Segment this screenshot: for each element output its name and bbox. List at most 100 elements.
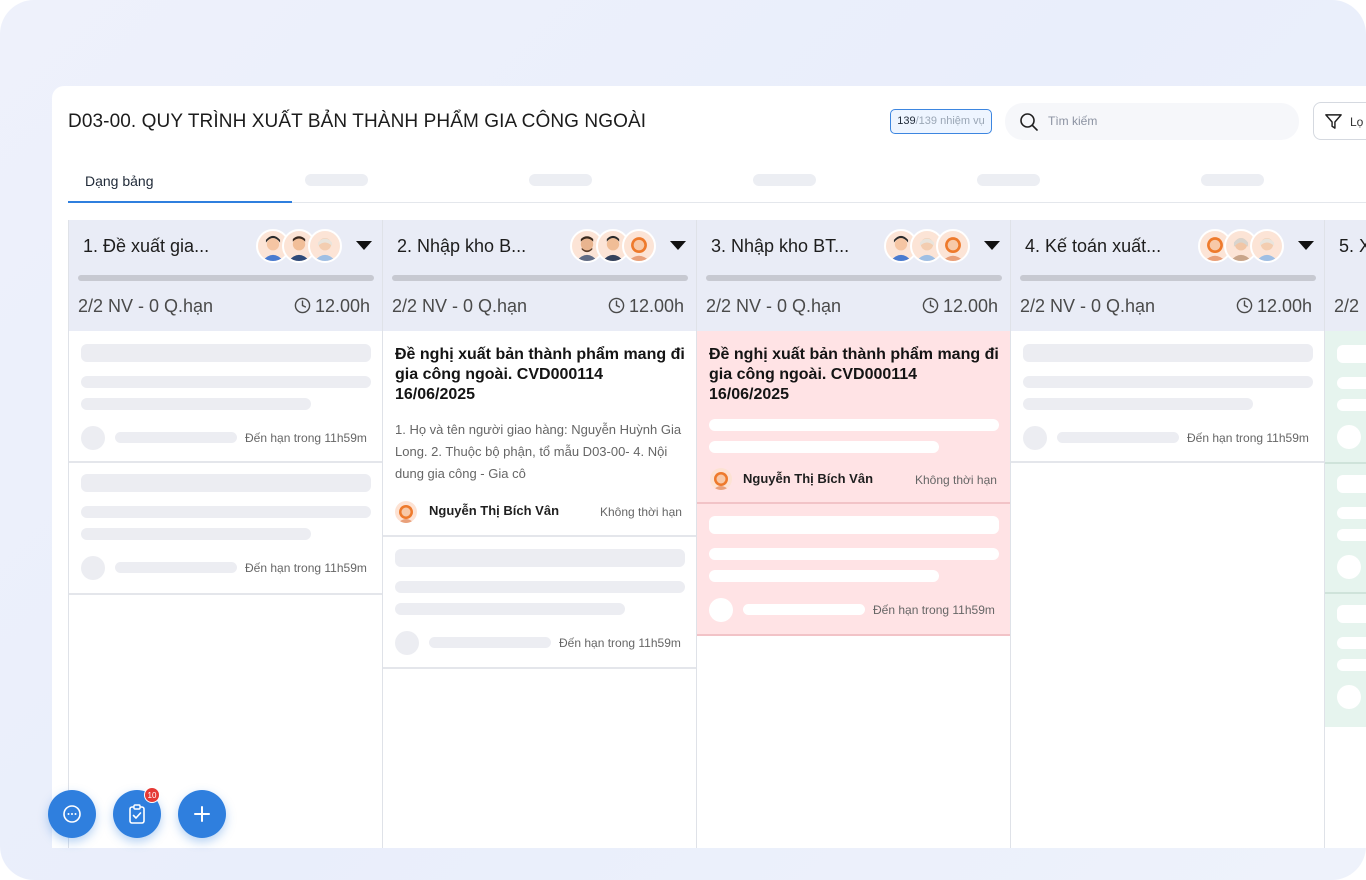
clock-icon	[294, 297, 311, 314]
task-count-done: 139	[897, 115, 916, 127]
kanban-column: 2. Nhập kho B... 2/2 NV - 0 Q.hạn 12.00h…	[382, 220, 696, 848]
tab-placeholder[interactable]	[305, 174, 368, 186]
page-title: D03-00. QUY TRÌNH XUẤT BẢN THÀNH PHẨM GI…	[68, 111, 647, 132]
column-menu-caret-icon[interactable]	[1298, 241, 1314, 250]
skeleton-line	[81, 344, 371, 362]
tab-placeholder[interactable]	[753, 174, 816, 186]
kanban-column: 1. Đề xuất gia... 2/2 NV - 0 Q.hạn 12.00…	[68, 220, 382, 848]
column-title: 5. X	[1339, 236, 1366, 256]
kanban-board: 1. Đề xuất gia... 2/2 NV - 0 Q.hạn 12.00…	[68, 220, 1366, 848]
tab-placeholder[interactable]	[1201, 174, 1264, 186]
column-title: 3. Nhập kho BT...	[711, 236, 850, 256]
task-card-skeleton[interactable]: Đến hạn trong 11h59m	[69, 463, 382, 595]
task-count-total: /139 nhiệm vụ	[915, 115, 985, 127]
skeleton-line	[1337, 529, 1366, 541]
avatar	[622, 229, 656, 263]
column-hours: 12.00h	[922, 296, 998, 317]
task-card[interactable]: Đề nghị xuất bản thành phẩm mang đi gia …	[383, 331, 696, 537]
assignee-name: Nguyễn Thị Bích Vân	[743, 471, 874, 486]
skeleton-line	[395, 603, 625, 615]
kanban-column: 5. X 2/2	[1324, 220, 1366, 848]
skeleton-avatar	[1337, 685, 1361, 709]
column-hours-value: 12.00h	[629, 296, 685, 316]
skeleton-line	[115, 432, 237, 443]
filter-button[interactable]: Lọ	[1313, 102, 1366, 140]
kanban-column: 3. Nhập kho BT... 2/2 NV - 0 Q.hạn 12.00…	[696, 220, 1010, 848]
clock-icon	[1236, 297, 1253, 314]
column-hours-value: 12.00h	[1257, 296, 1313, 316]
column-hours-value: 12.00h	[315, 296, 371, 316]
search-input[interactable]: Tìm kiếm	[1005, 103, 1299, 140]
column-cards-strip	[1325, 331, 1366, 727]
skeleton-line	[709, 516, 999, 534]
skeleton-line	[743, 604, 865, 615]
plus-icon	[194, 806, 210, 822]
column-header: 3. Nhập kho BT... 2/2 NV - 0 Q.hạn 12.00…	[697, 220, 1010, 331]
column-meta: 2/2 NV - 0 Q.hạn	[706, 296, 842, 316]
tasks-button[interactable]: 10	[113, 787, 161, 838]
notification-badge: 10	[144, 787, 160, 803]
skeleton-line	[1023, 398, 1253, 410]
skeleton-line	[1337, 345, 1366, 363]
tab-placeholder[interactable]	[529, 174, 592, 186]
tab-label: Dạng bảng	[85, 173, 154, 189]
task-card-overdue[interactable]: Đề nghị xuất bản thành phẩm mang đi gia …	[697, 331, 1010, 504]
view-tabs: Dạng bảng	[68, 161, 1366, 203]
task-card-skeleton[interactable]: Đến hạn trong 11h59m	[1011, 331, 1324, 463]
clock-icon	[922, 297, 939, 314]
skeleton-line	[1023, 376, 1313, 388]
skeleton-line	[81, 506, 371, 518]
column-hours: 12.00h	[294, 296, 370, 317]
search-icon	[1020, 113, 1038, 131]
skeleton-line	[1337, 377, 1366, 389]
column-menu-caret-icon[interactable]	[984, 241, 1000, 250]
task-card-skeleton[interactable]: Đến hạn trong 11h59m	[697, 504, 1010, 636]
skeleton-line	[395, 549, 685, 567]
skeleton-line	[1337, 659, 1366, 671]
avatar	[308, 229, 342, 263]
skeleton-avatar	[395, 631, 419, 655]
column-hours: 12.00h	[608, 296, 684, 317]
tab-table-view[interactable]: Dạng bảng	[68, 161, 292, 203]
skeleton-line	[709, 419, 999, 431]
task-card-skeleton[interactable]: Đến hạn trong 11h59m	[69, 331, 382, 463]
skeleton-line	[81, 528, 311, 540]
column-progress-bar	[392, 275, 688, 281]
search-placeholder: Tìm kiếm	[1048, 114, 1098, 128]
column-progress-bar	[706, 275, 1002, 281]
column-meta: 2/2	[1334, 296, 1360, 316]
chat-button[interactable]	[48, 790, 96, 838]
column-header: 2. Nhập kho B... 2/2 NV - 0 Q.hạn 12.00h	[383, 220, 696, 331]
filter-label: Lọ	[1350, 115, 1364, 129]
column-menu-caret-icon[interactable]	[356, 241, 372, 250]
tab-placeholder[interactable]	[977, 174, 1040, 186]
column-progress-bar	[78, 275, 374, 281]
assignee-avatar	[710, 468, 732, 490]
task-card-skeleton[interactable]: Đến hạn trong 11h59m	[383, 537, 696, 669]
column-menu-caret-icon[interactable]	[670, 241, 686, 250]
skeleton-line	[1337, 475, 1366, 493]
skeleton-line	[709, 548, 999, 560]
kanban-column: 4. Kế toán xuất... 2/2 NV - 0 Q.hạn 12.0…	[1010, 220, 1324, 848]
clock-icon	[608, 297, 625, 314]
card-description: 1. Họ và tên người giao hàng: Nguyễn Huỳ…	[395, 422, 682, 481]
due-text: Đến hạn trong 11h59m	[245, 561, 367, 575]
window-frame: D03-00. QUY TRÌNH XUẤT BẢN THÀNH PHẨM GI…	[0, 0, 1366, 880]
column-title: 2. Nhập kho B...	[397, 236, 527, 256]
skeleton-line	[709, 441, 939, 453]
filter-icon	[1325, 114, 1342, 129]
skeleton-line	[115, 562, 237, 573]
column-meta: 2/2 NV - 0 Q.hạn	[392, 296, 528, 316]
column-hours: 12.00h	[1236, 296, 1312, 317]
add-button[interactable]	[178, 790, 226, 838]
skeleton-line	[1057, 432, 1179, 443]
deadline-text: Không thời hạn	[600, 505, 682, 519]
skeleton-line	[1337, 605, 1366, 623]
skeleton-line	[395, 581, 685, 593]
avatar	[1250, 229, 1284, 263]
assignee-avatar	[395, 501, 417, 523]
skeleton-avatar	[81, 556, 105, 580]
column-header: 1. Đề xuất gia... 2/2 NV - 0 Q.hạn 12.00…	[69, 220, 382, 331]
due-text: Đến hạn trong 11h59m	[1187, 431, 1309, 445]
skeleton-avatar	[709, 598, 733, 622]
